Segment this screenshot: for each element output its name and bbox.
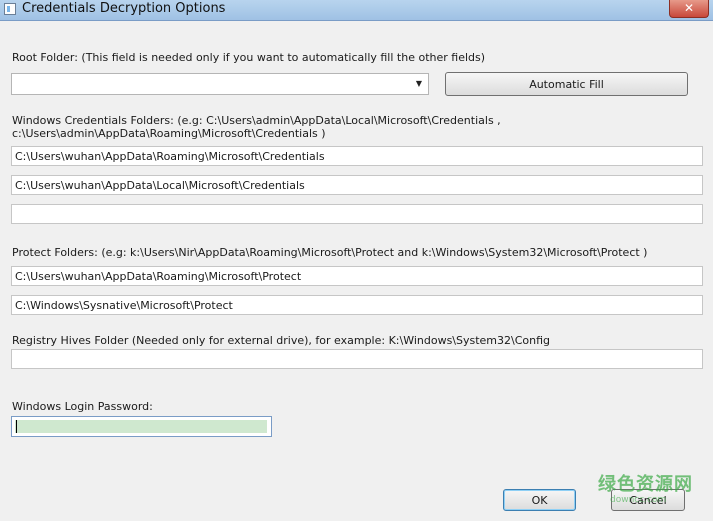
text-caret [16,420,17,433]
credentials-decryption-dialog: Credentials Decryption Options ✕ Root Fo… [0,0,713,521]
password-field[interactable] [11,416,272,437]
root-folder-label: Root Folder: (This field is needed only … [12,51,486,64]
automatic-fill-button[interactable]: Automatic Fill [445,72,688,96]
registry-hives-label: Registry Hives Folder (Needed only for e… [12,334,551,347]
close-button[interactable]: ✕ [669,0,709,18]
protect-folders-label: Protect Folders: (e.g: k:\Users\Nir\AppD… [12,246,648,259]
window-app-icon [4,3,16,15]
close-icon: ✕ [683,1,695,15]
password-value [15,420,267,433]
watermark-site-text: downcc.com [610,495,667,505]
credentials-folders-label-line2: c:\Users\admin\AppData\Roaming\Microsoft… [12,127,326,140]
password-label: Windows Login Password: [12,400,153,413]
registry-hives-field[interactable] [11,349,703,369]
chevron-down-icon[interactable]: ▼ [412,76,426,92]
credentials-folder-field-3[interactable] [11,204,703,224]
ok-button[interactable]: OK [503,489,576,511]
watermark-logo-text: 绿色资源网 [598,474,693,495]
window-title: Credentials Decryption Options [22,1,226,16]
credentials-folders-label-line1: Windows Credentials Folders: (e.g: C:\Us… [12,114,501,127]
credentials-folder-field-1[interactable] [11,146,703,166]
protect-folder-field-1[interactable] [11,266,703,286]
root-folder-combobox[interactable]: ▼ [11,73,429,95]
protect-folder-field-2[interactable] [11,295,703,315]
credentials-folder-field-2[interactable] [11,175,703,195]
title-bar[interactable]: Credentials Decryption Options ✕ [0,0,713,21]
